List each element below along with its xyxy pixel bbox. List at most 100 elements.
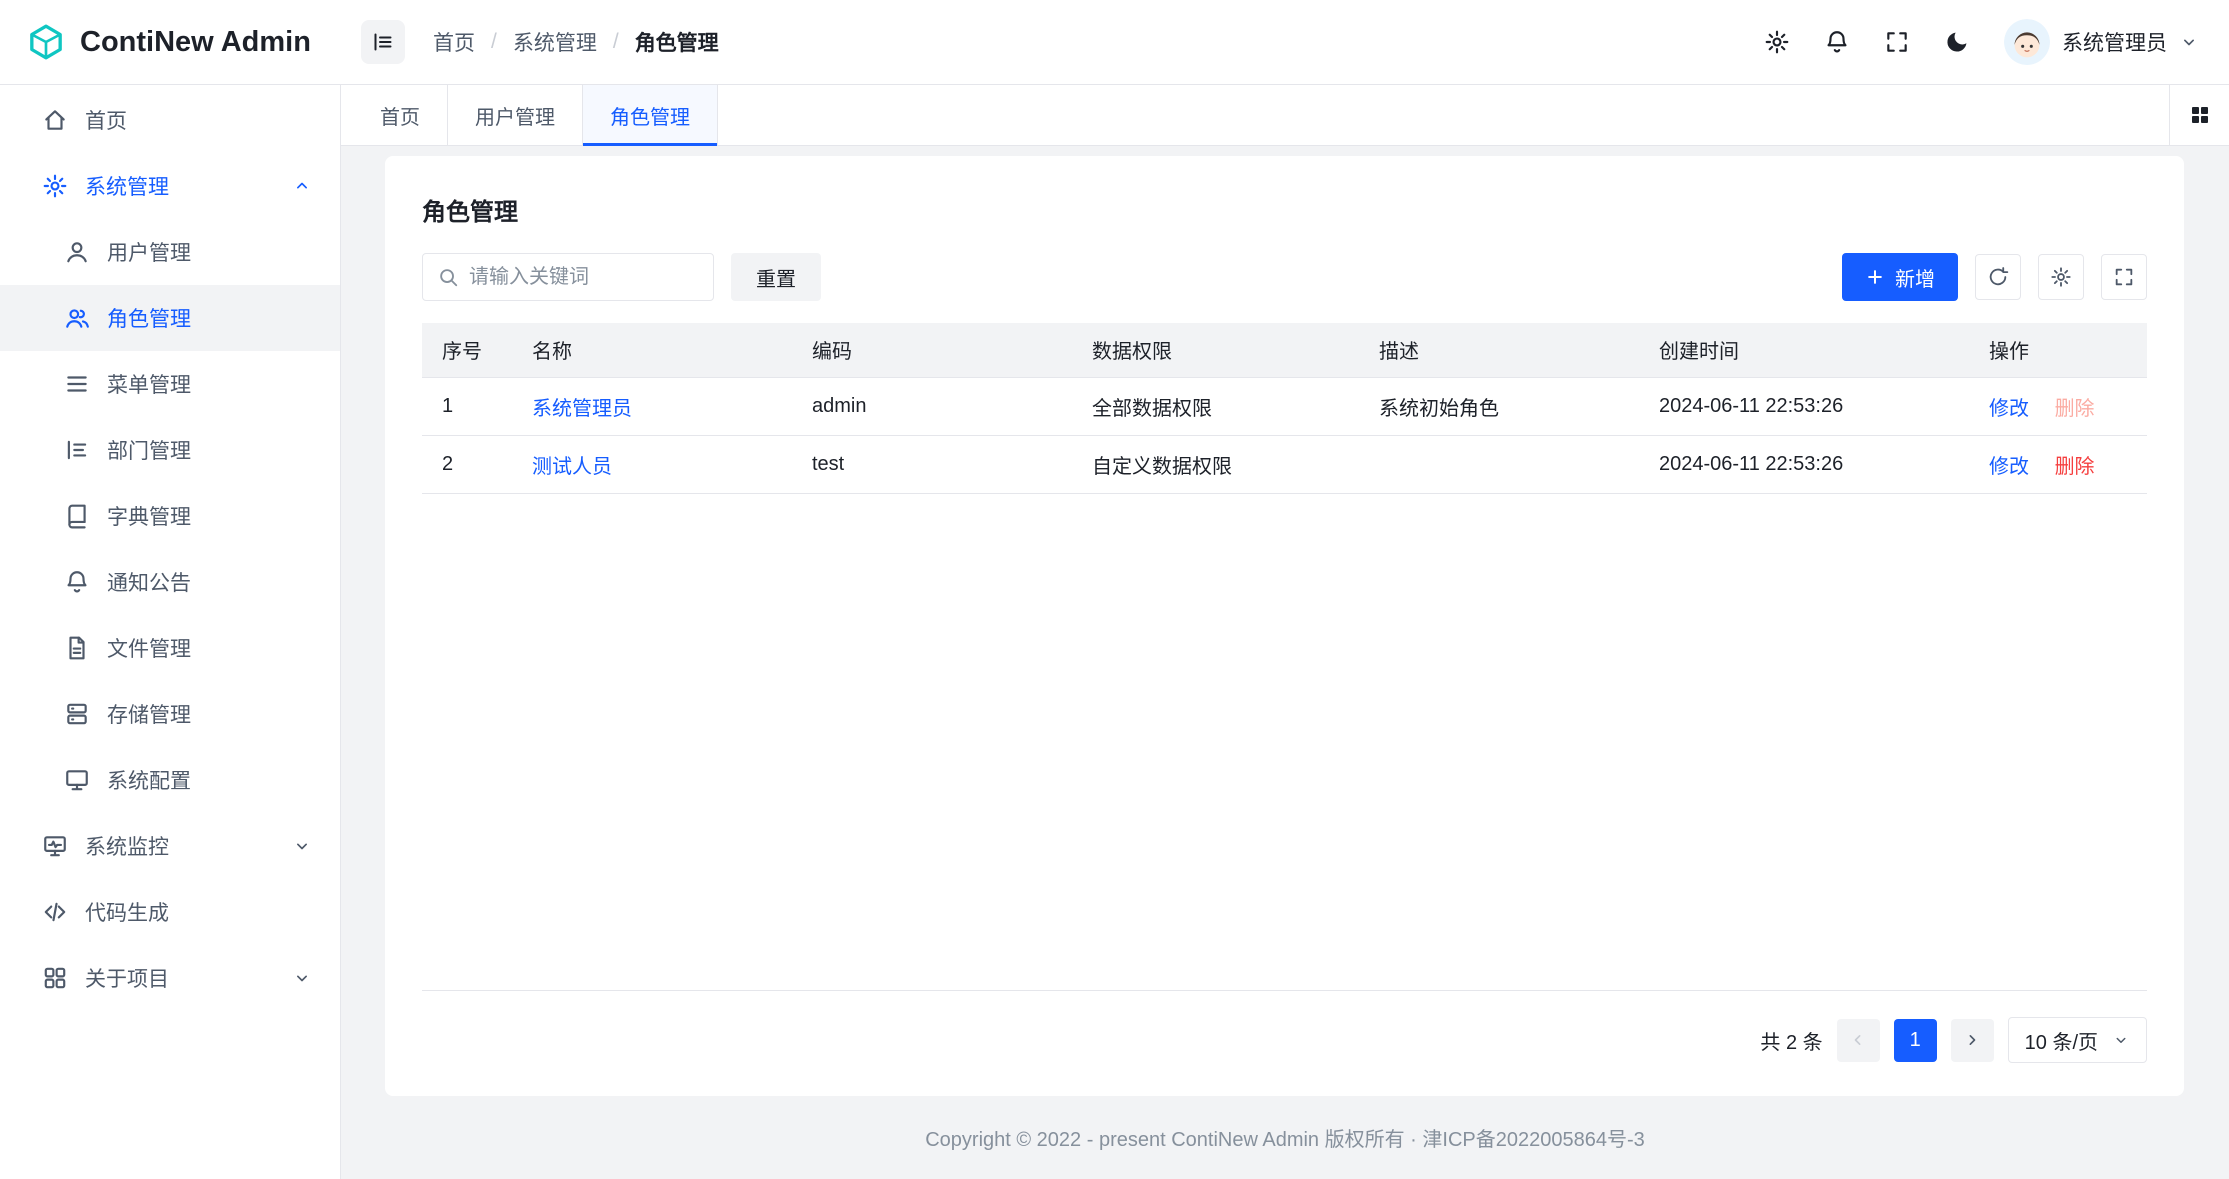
notifications-button[interactable] xyxy=(1824,29,1850,55)
tab-user-management[interactable]: 用户管理 xyxy=(448,85,583,145)
list-icon xyxy=(64,371,90,397)
table-container: 序号 名称 编码 数据权限 描述 创建时间 操作 xyxy=(422,323,2147,991)
tab-home[interactable]: 首页 xyxy=(353,85,448,145)
refresh-button[interactable] xyxy=(1975,254,2021,300)
cell-operations: 修改 删除 xyxy=(1969,377,2147,435)
cell-description xyxy=(1359,435,1639,493)
sidebar-item-department-management[interactable]: 部门管理 xyxy=(0,417,340,483)
sidebar-item-label: 部门管理 xyxy=(107,435,191,465)
user-menu[interactable]: 系统管理员 xyxy=(2004,19,2199,65)
fullscreen-button[interactable] xyxy=(1884,29,1910,55)
sidebar-item-label: 用户管理 xyxy=(107,237,191,267)
prev-page-button[interactable] xyxy=(1837,1019,1880,1062)
sidebar-item-storage-management[interactable]: 存储管理 xyxy=(0,681,340,747)
app-title: ContiNew Admin xyxy=(80,26,311,59)
gear-icon xyxy=(2050,266,2072,288)
app-root: ContiNew Admin 首页 / 系统管理 / 角色管理 xyxy=(0,0,2229,1179)
chevron-up-icon xyxy=(292,176,312,196)
sidebar-item-system-management[interactable]: 系统管理 xyxy=(0,153,340,219)
sidebar-item-home[interactable]: 首页 xyxy=(0,87,340,153)
user-name: 系统管理员 xyxy=(2062,27,2167,57)
sidebar-collapse-button[interactable] xyxy=(361,20,405,64)
table-row: 1 系统管理员 admin 全部数据权限 系统初始角色 2024-06-11 2… xyxy=(422,377,2147,435)
dark-mode-button[interactable] xyxy=(1944,29,1970,55)
tree-icon xyxy=(64,437,90,463)
sidebar-item-file-management[interactable]: 文件管理 xyxy=(0,615,340,681)
role-management-card: 角色管理 重置 xyxy=(385,156,2184,1096)
sidebar-item-notice[interactable]: 通知公告 xyxy=(0,549,340,615)
sidebar-item-system-config[interactable]: 系统配置 xyxy=(0,747,340,813)
column-header-index: 序号 xyxy=(422,323,512,377)
cell-data-scope: 自定义数据权限 xyxy=(1072,435,1359,493)
book-icon xyxy=(64,503,90,529)
cell-code: test xyxy=(792,435,1072,493)
sidebar-item-dict-management[interactable]: 字典管理 xyxy=(0,483,340,549)
sidebar-item-code-generation[interactable]: 代码生成 xyxy=(0,879,340,945)
body-row: 首页 系统管理 用户管理 xyxy=(0,85,2229,1179)
sidebar-item-menu-management[interactable]: 菜单管理 xyxy=(0,351,340,417)
edit-link[interactable]: 修改 xyxy=(1989,456,2029,478)
storage-icon xyxy=(64,701,90,727)
delete-link[interactable]: 删除 xyxy=(2055,456,2095,478)
toolbar: 重置 新增 xyxy=(422,253,2147,301)
sidebar-item-system-monitor[interactable]: 系统监控 xyxy=(0,813,340,879)
sidebar-item-role-management[interactable]: 角色管理 xyxy=(0,285,340,351)
cell-code: admin xyxy=(792,377,1072,435)
delete-link: 删除 xyxy=(2055,398,2095,420)
breadcrumb-item-system[interactable]: 系统管理 xyxy=(513,27,597,57)
edit-link[interactable]: 修改 xyxy=(1989,398,2029,420)
bell-icon xyxy=(64,569,90,595)
cell-description: 系统初始角色 xyxy=(1359,377,1639,435)
sidebar-item-user-management[interactable]: 用户管理 xyxy=(0,219,340,285)
column-settings-button[interactable] xyxy=(2038,254,2084,300)
content-area: 角色管理 重置 xyxy=(341,146,2229,1096)
next-page-button[interactable] xyxy=(1951,1019,1994,1062)
table-fullscreen-button[interactable] xyxy=(2101,254,2147,300)
pagination-total: 共 2 条 xyxy=(1760,1026,1822,1055)
chevron-down-icon xyxy=(292,836,312,856)
sidebar-item-label: 字典管理 xyxy=(107,501,191,531)
chevron-down-icon xyxy=(2112,1031,2130,1049)
reset-button[interactable]: 重置 xyxy=(731,253,821,301)
add-button[interactable]: 新增 xyxy=(1842,253,1958,301)
top-header: ContiNew Admin 首页 / 系统管理 / 角色管理 xyxy=(0,0,2229,85)
chevron-down-icon xyxy=(292,968,312,988)
breadcrumb-separator: / xyxy=(613,30,619,54)
sidebar-item-label: 系统监控 xyxy=(85,831,169,861)
role-name-link[interactable]: 测试人员 xyxy=(532,456,612,478)
cell-created-at: 2024-06-11 22:53:26 xyxy=(1639,377,1969,435)
avatar xyxy=(2004,19,2050,65)
tab-role-management[interactable]: 角色管理 xyxy=(583,85,718,145)
gear-icon xyxy=(42,173,68,199)
page-number-button[interactable]: 1 xyxy=(1894,1019,1937,1062)
column-header-data-scope: 数据权限 xyxy=(1072,323,1359,377)
sidebar-item-label: 关于项目 xyxy=(85,963,169,993)
breadcrumb-item-home[interactable]: 首页 xyxy=(433,27,475,57)
desktop-icon xyxy=(64,767,90,793)
sidebar-item-label: 代码生成 xyxy=(85,897,169,927)
code-icon xyxy=(42,899,68,925)
moon-icon xyxy=(1944,29,1970,55)
breadcrumb: 首页 / 系统管理 / 角色管理 xyxy=(433,27,719,57)
grid-icon xyxy=(2188,103,2212,127)
home-icon xyxy=(42,107,68,133)
page-size-value: 10 条/页 xyxy=(2025,1026,2098,1055)
sidebar-item-about-project[interactable]: 关于项目 xyxy=(0,945,340,1011)
page-size-select[interactable]: 10 条/页 xyxy=(2008,1017,2147,1063)
tab-bar: 首页 用户管理 角色管理 xyxy=(341,85,2229,146)
pagination: 共 2 条 1 10 条/页 xyxy=(422,1017,2147,1063)
main-area: 首页 用户管理 角色管理 角色管理 xyxy=(341,85,2229,1179)
sidebar-item-label: 系统管理 xyxy=(85,171,169,201)
fullscreen-icon xyxy=(1884,29,1910,55)
column-header-operations: 操作 xyxy=(1969,323,2147,377)
brand[interactable]: ContiNew Admin xyxy=(0,22,341,62)
cell-operations: 修改 删除 xyxy=(1969,435,2147,493)
tab-list-button[interactable] xyxy=(2169,85,2229,145)
sidebar-item-label: 角色管理 xyxy=(107,303,191,333)
search-input[interactable] xyxy=(469,266,699,289)
settings-button[interactable] xyxy=(1764,29,1790,55)
footer: Copyright © 2022 - present ContiNew Admi… xyxy=(341,1096,2229,1179)
add-button-label: 新增 xyxy=(1895,263,1935,292)
role-name-link[interactable]: 系统管理员 xyxy=(532,398,632,420)
column-header-created-at: 创建时间 xyxy=(1639,323,1969,377)
